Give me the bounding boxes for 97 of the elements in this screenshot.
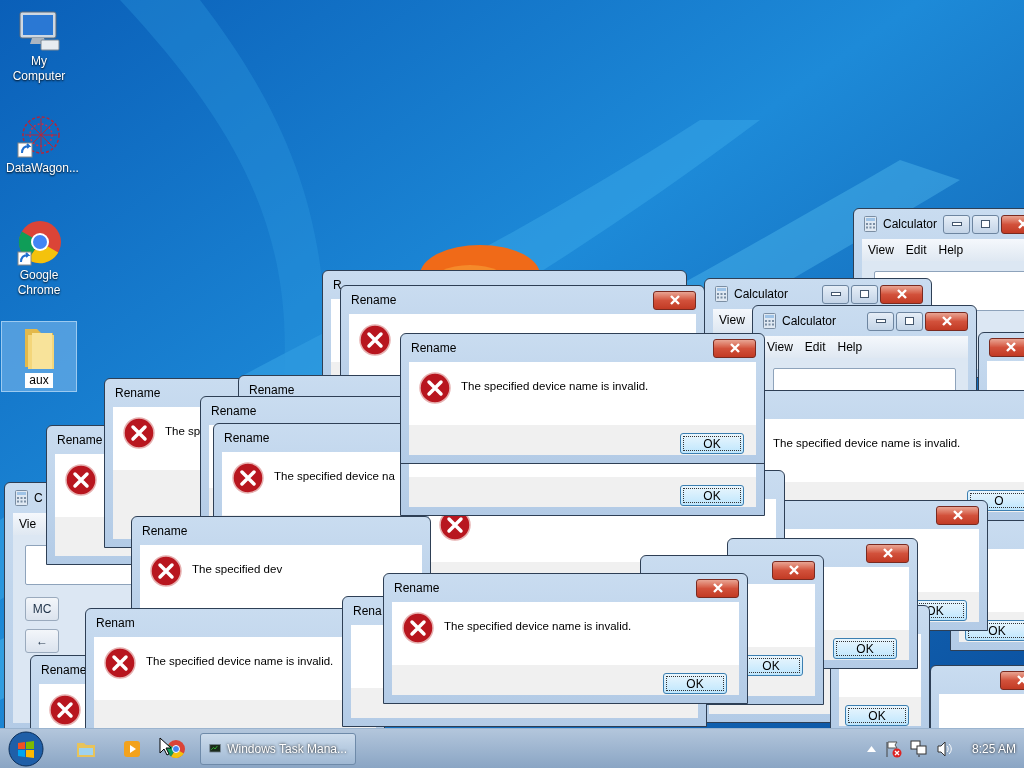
close-icon	[895, 289, 908, 299]
window-title: Rename	[394, 580, 440, 597]
close-button[interactable]	[880, 284, 923, 304]
close-icon	[728, 343, 741, 353]
error-message: The specified dev	[192, 562, 283, 577]
windows-logo-icon	[8, 730, 44, 767]
restore-icon	[905, 317, 914, 325]
close-icon	[787, 565, 800, 575]
menu-item[interactable]: View	[767, 338, 793, 356]
window-title: Rename	[41, 662, 87, 679]
close-button[interactable]	[866, 543, 909, 563]
minimize-icon	[875, 319, 886, 323]
maximize-button[interactable]	[896, 311, 923, 331]
close-button[interactable]	[936, 505, 979, 525]
close-icon	[711, 583, 724, 593]
menu-item[interactable]: View	[719, 311, 745, 329]
error-icon	[419, 372, 451, 404]
window-title: Calculator	[734, 286, 789, 303]
desktop-icon[interactable]: aux	[1, 321, 77, 392]
minimize-icon	[951, 222, 962, 226]
calculator-icon	[864, 216, 877, 232]
desktop-icon[interactable]: My Computer	[1, 6, 77, 88]
flag-warning-icon[interactable]	[883, 739, 902, 758]
window-title: Rena	[353, 603, 382, 620]
ok-button[interactable]: OK	[680, 485, 744, 506]
computer-icon	[17, 10, 61, 52]
menu-item[interactable]: Edit	[804, 338, 826, 356]
error-icon	[104, 647, 136, 679]
minimize-button[interactable]	[867, 311, 894, 331]
error-message: The specified device name is invalid.	[461, 379, 649, 394]
menu-item[interactable]: View	[868, 241, 894, 259]
window-title: Renam	[96, 615, 135, 632]
close-button[interactable]	[653, 290, 696, 310]
error-icon	[65, 464, 97, 496]
window-title: Rename	[249, 382, 295, 399]
calculator-icon	[715, 286, 728, 302]
window-title: Rename	[57, 432, 103, 449]
start-button[interactable]	[6, 729, 46, 768]
close-icon	[951, 510, 964, 520]
close-button[interactable]	[696, 578, 739, 598]
calculator-key[interactable]: MC	[25, 597, 59, 621]
minimize-button[interactable]	[822, 284, 849, 304]
close-button[interactable]	[989, 337, 1024, 357]
play-icon	[123, 739, 141, 758]
ok-button[interactable]: OK	[680, 433, 744, 454]
network-icon[interactable]	[909, 739, 928, 758]
speaker-icon[interactable]	[935, 739, 954, 758]
ok-button[interactable]: OK	[663, 673, 727, 694]
window-title: Rename	[115, 385, 161, 402]
error-message: The sp	[165, 424, 201, 439]
window-title: Rename	[211, 403, 257, 420]
close-icon	[668, 295, 681, 305]
maximize-button[interactable]	[851, 284, 878, 304]
window-title: Rename	[142, 523, 188, 540]
error-icon	[150, 555, 182, 587]
browser-shortcut-icon	[16, 220, 62, 266]
desktop-icon[interactable]: Google Chrome	[1, 216, 77, 302]
ok-button[interactable]: OK	[833, 638, 897, 659]
window-title: R	[333, 277, 342, 294]
calculator-icon	[763, 313, 776, 329]
close-button[interactable]	[925, 311, 968, 331]
window-title: Rename	[224, 430, 270, 447]
window-title: C	[34, 490, 43, 507]
error-message: The specified device name is invalid.	[444, 619, 632, 634]
error-icon	[123, 417, 155, 449]
window-title: Rename	[411, 340, 457, 357]
close-icon	[940, 316, 953, 326]
maximize-button[interactable]	[972, 214, 1000, 234]
window-title: Calculator	[883, 216, 938, 233]
error-message: The specified device name is invalid.	[146, 654, 334, 669]
monitor-icon	[209, 741, 222, 756]
close-button[interactable]	[772, 560, 815, 580]
desktop-icon[interactable]: DataWagon...	[1, 111, 77, 180]
window-title: Calculator	[782, 313, 837, 330]
close-icon	[1004, 342, 1017, 352]
minimize-button[interactable]	[943, 214, 971, 234]
calculator-icon	[15, 490, 28, 506]
restore-icon	[860, 290, 869, 298]
minimize-icon	[830, 292, 841, 296]
error-icon	[232, 462, 264, 494]
calculator-key[interactable]: ←	[25, 629, 59, 653]
menu-item[interactable]: Edit	[905, 241, 927, 259]
menu-item[interactable]: Vie	[19, 515, 37, 533]
error-icon	[402, 612, 434, 644]
error-message: The specified device name is invalid.	[773, 436, 961, 451]
ok-button[interactable]: OK	[845, 705, 909, 726]
close-button[interactable]	[713, 338, 756, 358]
restore-icon	[981, 220, 991, 228]
window-title: Rename	[351, 292, 397, 309]
sphere-shortcut-icon	[16, 115, 62, 159]
error-icon	[359, 324, 391, 356]
close-icon	[881, 548, 894, 558]
menu-item[interactable]: Help	[837, 338, 863, 356]
close-icon	[1015, 675, 1024, 685]
error-message: The specified device na	[274, 469, 395, 484]
menu-item[interactable]: Help	[938, 241, 964, 259]
mouse-pointer-icon	[159, 737, 171, 756]
